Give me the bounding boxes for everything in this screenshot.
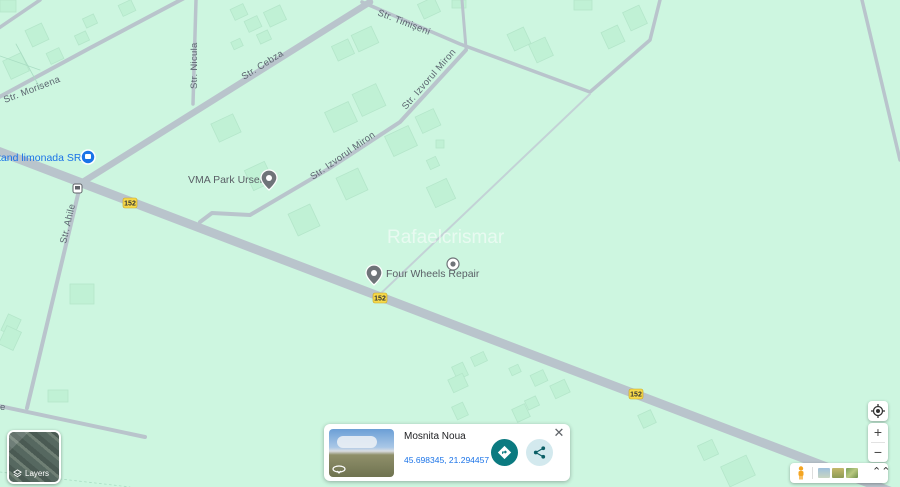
place-title: Mosnita Noua [404,431,466,442]
poi-four-wheels-label: Four Wheels Repair [386,268,480,280]
close-icon[interactable]: ✕ [552,426,566,440]
directions-button[interactable] [491,439,518,466]
layers-button[interactable]: Layers [7,430,61,484]
route-shield-c: 152 [628,388,644,400]
my-location-button[interactable] [868,401,888,421]
svg-text:152: 152 [630,392,642,399]
panorama-icon [332,465,346,474]
layers-label: Layers [25,469,50,478]
svg-text:152: 152 [124,201,136,208]
route-shield-a: 152 [122,197,138,209]
terrain-thumbnail[interactable] [818,468,830,478]
street-view-mini-thumbnail[interactable] [846,468,858,478]
satellite-mini-thumbnail[interactable] [832,468,844,478]
bottom-right-toolbar: ⌃⌃ [790,463,890,483]
chevron-up-icon[interactable]: ⌃⌃ [872,465,890,478]
place-coordinates[interactable]: 45.698345, 21.294457 [404,455,489,465]
map-canvas[interactable]: Str. Morisena Str. Cebza Str. Nicula Str… [0,0,900,487]
share-icon [533,446,546,459]
place-card: Mosnita Noua 45.698345, 21.294457 ✕ [324,424,570,481]
directions-icon [497,445,512,460]
share-button[interactable] [526,439,553,466]
street-label-edge: e [0,402,6,413]
street-view-thumbnail[interactable] [329,429,394,477]
svg-text:152: 152 [374,296,386,303]
bus-stop-icon[interactable] [72,183,83,194]
poi-limonada[interactable]: tand limonada SRL [0,149,96,165]
selected-location-marker-icon[interactable] [446,257,460,271]
layers-icon [13,469,22,478]
zoom-control: + − [868,423,888,462]
street-label-nicula: Str. Nicula [189,42,200,89]
watermark: Rafaelcrismar [387,227,505,248]
route-shield-b: 152 [372,292,388,304]
poi-limonada-label: tand limonada SRL [0,152,87,164]
zoom-out-button[interactable]: − [868,443,888,462]
poi-vma-label: VMA Park Urseni [188,174,268,186]
location-target-icon [871,404,885,418]
pegman-icon[interactable] [796,466,806,480]
zoom-in-button[interactable]: + [868,423,888,442]
